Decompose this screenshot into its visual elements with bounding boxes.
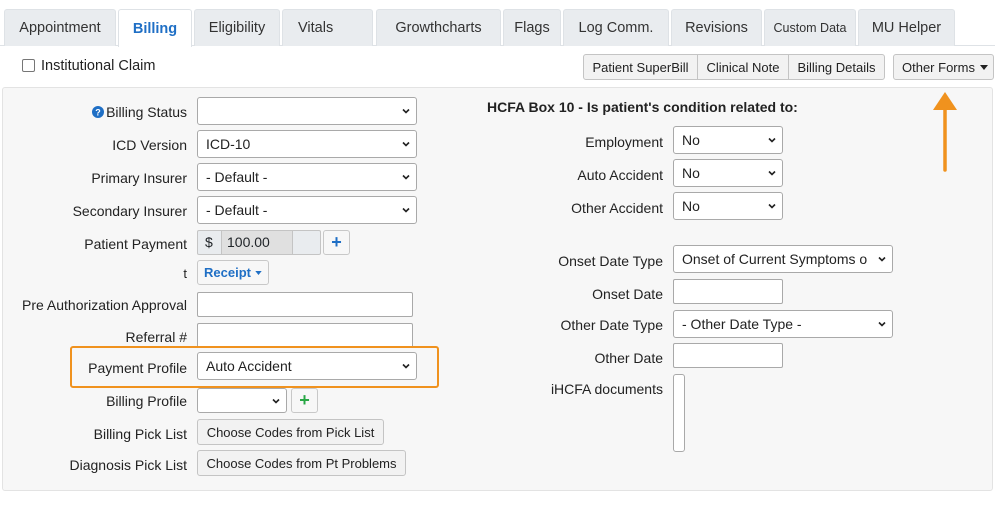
receipt-dropdown-button[interactable]: Receipt bbox=[197, 260, 269, 285]
auto-accident-value: No bbox=[682, 165, 700, 181]
pre-authorization-input[interactable] bbox=[197, 292, 413, 317]
institutional-claim-checkbox[interactable] bbox=[22, 59, 35, 72]
onset-date-input[interactable] bbox=[673, 279, 783, 304]
tab-growthcharts[interactable]: Growthcharts bbox=[376, 9, 501, 46]
add-payment-button[interactable]: + bbox=[323, 230, 350, 255]
secondary-insurer-value: - Default - bbox=[206, 202, 268, 218]
tab-mu-helper[interactable]: MU Helper bbox=[858, 9, 955, 46]
arrow-up-annotation-icon bbox=[933, 92, 957, 172]
primary-insurer-value: - Default - bbox=[206, 169, 268, 185]
other-date-type-value: - Other Date Type - bbox=[682, 316, 802, 332]
referral-label: Referral # bbox=[125, 329, 187, 345]
other-date-type-label: Other Date Type bbox=[560, 317, 663, 333]
chevron-down-icon bbox=[402, 141, 410, 147]
plus-icon: + bbox=[331, 232, 342, 252]
primary-insurer-label: Primary Insurer bbox=[91, 170, 187, 186]
employment-label: Employment bbox=[585, 134, 663, 150]
other-date-input[interactable] bbox=[673, 343, 783, 368]
diagnosis-pick-list-label: Diagnosis Pick List bbox=[69, 457, 188, 473]
clinical-note-button[interactable]: Clinical Note bbox=[697, 54, 789, 80]
tab-eligibility[interactable]: Eligibility bbox=[194, 9, 280, 46]
receipt-row-label: t bbox=[183, 266, 187, 281]
secondary-insurer-select[interactable]: - Default - bbox=[197, 196, 417, 224]
chevron-down-icon bbox=[768, 170, 776, 176]
icd-version-value: ICD-10 bbox=[206, 136, 251, 152]
other-accident-select[interactable]: No bbox=[673, 192, 783, 220]
ihcfa-documents-list[interactable] bbox=[673, 374, 685, 452]
tab-vitals[interactable]: Vitals bbox=[282, 9, 373, 46]
payment-profile-select[interactable]: Auto Accident bbox=[197, 352, 417, 380]
caret-down-icon bbox=[979, 64, 988, 70]
add-billing-profile-button[interactable]: + bbox=[291, 388, 318, 413]
currency-symbol: $ bbox=[205, 234, 213, 250]
institutional-claim-label: Institutional Claim bbox=[41, 58, 156, 74]
help-icon[interactable]: ? bbox=[92, 105, 104, 121]
other-date-type-select[interactable]: - Other Date Type - bbox=[673, 310, 893, 338]
caret-down-icon bbox=[255, 270, 262, 275]
billing-pick-list-label: Billing Pick List bbox=[93, 426, 187, 442]
tab-billing[interactable]: Billing bbox=[118, 9, 192, 47]
chevron-down-icon bbox=[878, 255, 886, 263]
tab-bar: Appointment Billing Eligibility Vitals G… bbox=[0, 0, 995, 47]
plus-icon: + bbox=[299, 390, 310, 410]
ihcfa-documents-label: iHCFA documents bbox=[550, 381, 663, 397]
tab-revisions[interactable]: Revisions bbox=[671, 9, 762, 46]
tab-log-comm[interactable]: Log Comm. bbox=[563, 9, 669, 46]
billing-profile-select[interactable] bbox=[197, 388, 287, 413]
tab-flags[interactable]: Flags bbox=[503, 9, 561, 46]
billing-details-button[interactable]: Billing Details bbox=[788, 54, 885, 80]
patient-payment-group: $ 100.00 bbox=[197, 230, 321, 255]
icd-version-label: ICD Version bbox=[112, 137, 187, 153]
billing-status-label: Billing Status bbox=[106, 104, 187, 120]
other-accident-value: No bbox=[682, 198, 700, 214]
hcfa-box10-heading: HCFA Box 10 - Is patient's condition rel… bbox=[487, 99, 798, 115]
tab-custom-data[interactable]: Custom Data bbox=[764, 9, 856, 46]
primary-insurer-select[interactable]: - Default - bbox=[197, 163, 417, 191]
chevron-down-icon bbox=[402, 174, 410, 180]
chevron-down-icon bbox=[768, 137, 776, 143]
svg-text:?: ? bbox=[95, 108, 101, 118]
patient-payment-input[interactable]: 100.00 bbox=[221, 230, 293, 255]
onset-date-type-label: Onset Date Type bbox=[558, 253, 663, 269]
other-forms-label: Other Forms bbox=[902, 59, 975, 75]
other-forms-dropdown[interactable]: Other Forms bbox=[893, 54, 994, 80]
payment-profile-label: Payment Profile bbox=[88, 360, 187, 376]
other-accident-label: Other Accident bbox=[571, 200, 663, 216]
employment-value: No bbox=[682, 132, 700, 148]
employment-select[interactable]: No bbox=[673, 126, 783, 154]
icd-version-select[interactable]: ICD-10 bbox=[197, 130, 417, 158]
onset-date-type-select[interactable]: Onset of Current Symptoms o bbox=[673, 245, 893, 273]
choose-codes-pick-list-button[interactable]: Choose Codes from Pick List bbox=[197, 419, 384, 445]
tab-appointment[interactable]: Appointment bbox=[4, 9, 116, 46]
payment-profile-value: Auto Accident bbox=[206, 358, 292, 374]
chevron-down-icon bbox=[402, 207, 410, 213]
onset-date-label: Onset Date bbox=[592, 286, 663, 302]
pre-authorization-label: Pre Authorization Approval bbox=[22, 297, 187, 313]
patient-payment-label: Patient Payment bbox=[84, 236, 187, 252]
billing-status-select[interactable] bbox=[197, 97, 417, 125]
chevron-down-icon bbox=[272, 398, 280, 404]
auto-accident-label: Auto Accident bbox=[577, 167, 663, 183]
chevron-down-icon bbox=[878, 321, 886, 327]
secondary-insurer-label: Secondary Insurer bbox=[72, 203, 187, 219]
choose-codes-pt-problems-button[interactable]: Choose Codes from Pt Problems bbox=[197, 450, 406, 476]
chevron-down-icon bbox=[402, 108, 410, 114]
chevron-down-icon bbox=[402, 363, 410, 369]
receipt-label: Receipt bbox=[204, 265, 251, 280]
onset-date-type-value: Onset of Current Symptoms o bbox=[682, 251, 868, 267]
billing-profile-label: Billing Profile bbox=[106, 393, 187, 409]
auto-accident-select[interactable]: No bbox=[673, 159, 783, 187]
referral-input[interactable] bbox=[197, 323, 413, 348]
chevron-down-icon bbox=[768, 203, 776, 209]
patient-superbill-button[interactable]: Patient SuperBill bbox=[583, 54, 698, 80]
other-date-label: Other Date bbox=[594, 350, 663, 366]
